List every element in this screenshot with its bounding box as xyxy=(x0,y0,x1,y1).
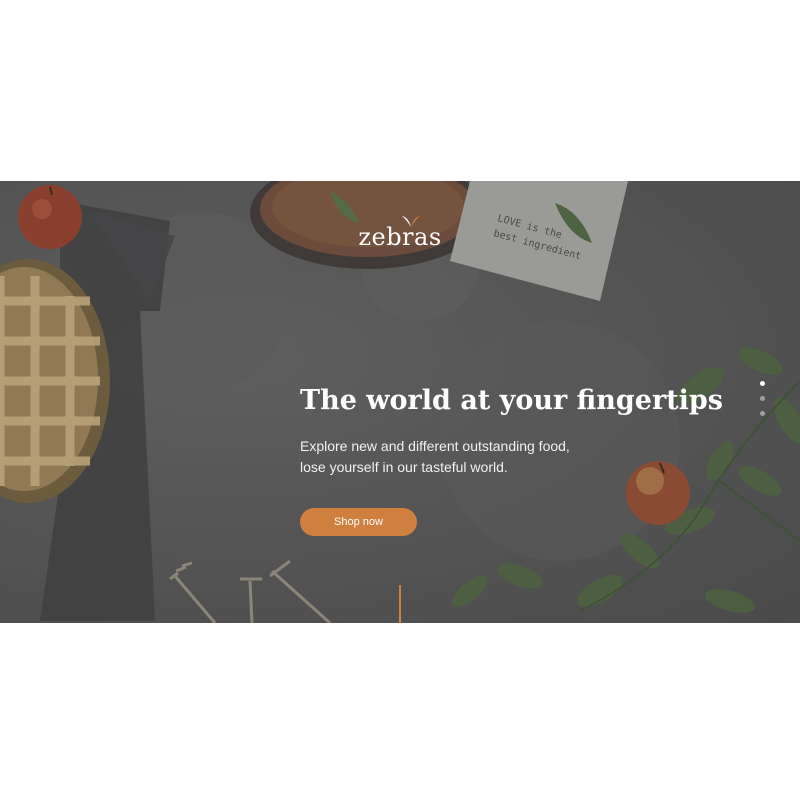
hero-subtext-line1: Explore new and different outstanding fo… xyxy=(300,438,570,454)
slider-dot-1[interactable] xyxy=(760,381,765,386)
hero-subtext-line2: lose yourself in our tasteful world. xyxy=(300,459,508,475)
brand-name: zebras xyxy=(358,223,442,251)
hero-subtext: Explore new and different outstanding fo… xyxy=(300,436,620,478)
slider-dot-3[interactable] xyxy=(760,411,765,416)
sprout-icon xyxy=(402,216,421,227)
hero-headline: The world at your fingertips xyxy=(300,385,723,416)
shop-now-button[interactable]: Shop now xyxy=(300,508,417,536)
scroll-indicator xyxy=(399,585,401,623)
slider-pagination xyxy=(760,381,768,426)
forks-illustration xyxy=(169,559,332,623)
hero-section: LOVE is the best ingredient zebras The w… xyxy=(0,181,800,623)
brand-logo[interactable]: zebras xyxy=(0,216,800,251)
slider-dot-2[interactable] xyxy=(760,396,765,401)
apple-right xyxy=(626,461,690,525)
